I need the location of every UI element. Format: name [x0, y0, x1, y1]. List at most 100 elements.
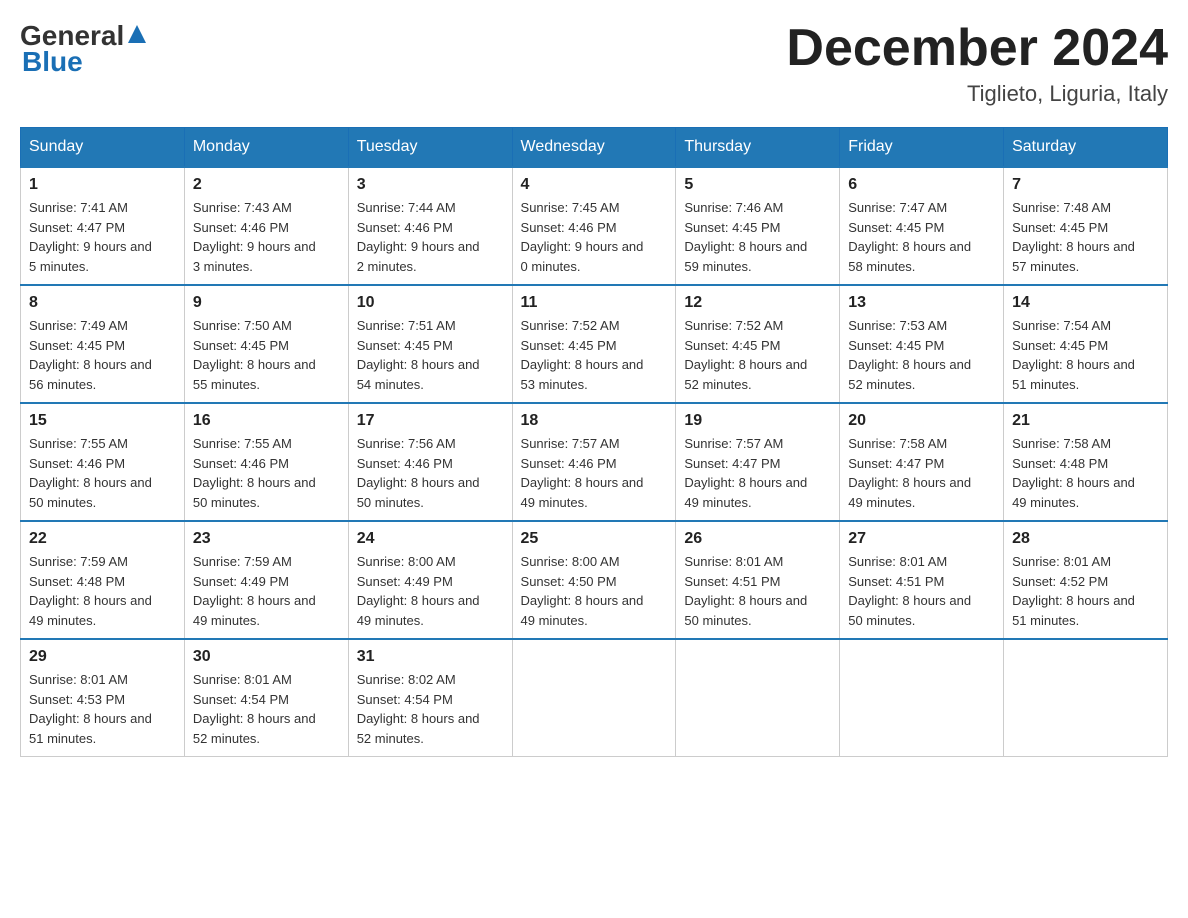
- day-number: 3: [357, 176, 504, 194]
- table-row: [512, 639, 676, 757]
- table-row: 3 Sunrise: 7:44 AMSunset: 4:46 PMDayligh…: [348, 167, 512, 285]
- col-wednesday: Wednesday: [512, 128, 676, 168]
- day-number: 6: [848, 176, 995, 194]
- day-info: Sunrise: 7:52 AMSunset: 4:45 PMDaylight:…: [684, 316, 831, 394]
- day-number: 11: [521, 294, 668, 312]
- table-row: 31 Sunrise: 8:02 AMSunset: 4:54 PMDaylig…: [348, 639, 512, 757]
- col-tuesday: Tuesday: [348, 128, 512, 168]
- table-row: 5 Sunrise: 7:46 AMSunset: 4:45 PMDayligh…: [676, 167, 840, 285]
- day-info: Sunrise: 7:48 AMSunset: 4:45 PMDaylight:…: [1012, 198, 1159, 276]
- day-info: Sunrise: 7:50 AMSunset: 4:45 PMDaylight:…: [193, 316, 340, 394]
- day-info: Sunrise: 7:58 AMSunset: 4:48 PMDaylight:…: [1012, 434, 1159, 512]
- table-row: 12 Sunrise: 7:52 AMSunset: 4:45 PMDaylig…: [676, 285, 840, 403]
- table-row: 25 Sunrise: 8:00 AMSunset: 4:50 PMDaylig…: [512, 521, 676, 639]
- table-row: 2 Sunrise: 7:43 AMSunset: 4:46 PMDayligh…: [184, 167, 348, 285]
- day-info: Sunrise: 7:49 AMSunset: 4:45 PMDaylight:…: [29, 316, 176, 394]
- day-number: 27: [848, 530, 995, 548]
- calendar-week-row: 29 Sunrise: 8:01 AMSunset: 4:53 PMDaylig…: [21, 639, 1168, 757]
- table-row: 18 Sunrise: 7:57 AMSunset: 4:46 PMDaylig…: [512, 403, 676, 521]
- table-row: [840, 639, 1004, 757]
- col-saturday: Saturday: [1004, 128, 1168, 168]
- day-number: 2: [193, 176, 340, 194]
- day-info: Sunrise: 8:00 AMSunset: 4:50 PMDaylight:…: [521, 552, 668, 630]
- page-header: General Blue December 2024 Tiglieto, Lig…: [20, 20, 1168, 107]
- day-number: 5: [684, 176, 831, 194]
- day-number: 28: [1012, 530, 1159, 548]
- day-number: 23: [193, 530, 340, 548]
- day-info: Sunrise: 7:45 AMSunset: 4:46 PMDaylight:…: [521, 198, 668, 276]
- day-number: 15: [29, 412, 176, 430]
- day-number: 16: [193, 412, 340, 430]
- title-block: December 2024 Tiglieto, Liguria, Italy: [786, 20, 1168, 107]
- day-info: Sunrise: 7:58 AMSunset: 4:47 PMDaylight:…: [848, 434, 995, 512]
- table-row: 24 Sunrise: 8:00 AMSunset: 4:49 PMDaylig…: [348, 521, 512, 639]
- month-title: December 2024: [786, 20, 1168, 77]
- day-number: 9: [193, 294, 340, 312]
- table-row: 21 Sunrise: 7:58 AMSunset: 4:48 PMDaylig…: [1004, 403, 1168, 521]
- table-row: 7 Sunrise: 7:48 AMSunset: 4:45 PMDayligh…: [1004, 167, 1168, 285]
- day-info: Sunrise: 7:59 AMSunset: 4:48 PMDaylight:…: [29, 552, 176, 630]
- location-text: Tiglieto, Liguria, Italy: [786, 81, 1168, 107]
- table-row: 14 Sunrise: 7:54 AMSunset: 4:45 PMDaylig…: [1004, 285, 1168, 403]
- calendar-week-row: 8 Sunrise: 7:49 AMSunset: 4:45 PMDayligh…: [21, 285, 1168, 403]
- day-number: 14: [1012, 294, 1159, 312]
- day-info: Sunrise: 7:57 AMSunset: 4:46 PMDaylight:…: [521, 434, 668, 512]
- table-row: 13 Sunrise: 7:53 AMSunset: 4:45 PMDaylig…: [840, 285, 1004, 403]
- day-info: Sunrise: 7:56 AMSunset: 4:46 PMDaylight:…: [357, 434, 504, 512]
- day-number: 19: [684, 412, 831, 430]
- calendar-week-row: 22 Sunrise: 7:59 AMSunset: 4:48 PMDaylig…: [21, 521, 1168, 639]
- table-row: 19 Sunrise: 7:57 AMSunset: 4:47 PMDaylig…: [676, 403, 840, 521]
- table-row: 15 Sunrise: 7:55 AMSunset: 4:46 PMDaylig…: [21, 403, 185, 521]
- day-info: Sunrise: 7:52 AMSunset: 4:45 PMDaylight:…: [521, 316, 668, 394]
- day-info: Sunrise: 7:54 AMSunset: 4:45 PMDaylight:…: [1012, 316, 1159, 394]
- day-info: Sunrise: 7:43 AMSunset: 4:46 PMDaylight:…: [193, 198, 340, 276]
- day-number: 8: [29, 294, 176, 312]
- day-info: Sunrise: 8:01 AMSunset: 4:53 PMDaylight:…: [29, 670, 176, 748]
- table-row: 30 Sunrise: 8:01 AMSunset: 4:54 PMDaylig…: [184, 639, 348, 757]
- day-number: 10: [357, 294, 504, 312]
- day-number: 25: [521, 530, 668, 548]
- day-number: 30: [193, 648, 340, 666]
- table-row: 28 Sunrise: 8:01 AMSunset: 4:52 PMDaylig…: [1004, 521, 1168, 639]
- day-info: Sunrise: 8:01 AMSunset: 4:52 PMDaylight:…: [1012, 552, 1159, 630]
- table-row: 29 Sunrise: 8:01 AMSunset: 4:53 PMDaylig…: [21, 639, 185, 757]
- table-row: 26 Sunrise: 8:01 AMSunset: 4:51 PMDaylig…: [676, 521, 840, 639]
- day-number: 13: [848, 294, 995, 312]
- day-number: 1: [29, 176, 176, 194]
- table-row: 17 Sunrise: 7:56 AMSunset: 4:46 PMDaylig…: [348, 403, 512, 521]
- logo: General Blue: [20, 20, 150, 78]
- col-friday: Friday: [840, 128, 1004, 168]
- table-row: 27 Sunrise: 8:01 AMSunset: 4:51 PMDaylig…: [840, 521, 1004, 639]
- table-row: 11 Sunrise: 7:52 AMSunset: 4:45 PMDaylig…: [512, 285, 676, 403]
- calendar-table: Sunday Monday Tuesday Wednesday Thursday…: [20, 127, 1168, 757]
- table-row: 22 Sunrise: 7:59 AMSunset: 4:48 PMDaylig…: [21, 521, 185, 639]
- day-info: Sunrise: 7:55 AMSunset: 4:46 PMDaylight:…: [193, 434, 340, 512]
- day-number: 17: [357, 412, 504, 430]
- day-number: 26: [684, 530, 831, 548]
- day-info: Sunrise: 8:01 AMSunset: 4:54 PMDaylight:…: [193, 670, 340, 748]
- day-info: Sunrise: 7:59 AMSunset: 4:49 PMDaylight:…: [193, 552, 340, 630]
- col-monday: Monday: [184, 128, 348, 168]
- day-number: 21: [1012, 412, 1159, 430]
- day-info: Sunrise: 7:55 AMSunset: 4:46 PMDaylight:…: [29, 434, 176, 512]
- logo-blue-text: Blue: [22, 46, 83, 78]
- table-row: [676, 639, 840, 757]
- day-info: Sunrise: 7:53 AMSunset: 4:45 PMDaylight:…: [848, 316, 995, 394]
- day-info: Sunrise: 7:57 AMSunset: 4:47 PMDaylight:…: [684, 434, 831, 512]
- table-row: 16 Sunrise: 7:55 AMSunset: 4:46 PMDaylig…: [184, 403, 348, 521]
- day-number: 29: [29, 648, 176, 666]
- day-info: Sunrise: 7:46 AMSunset: 4:45 PMDaylight:…: [684, 198, 831, 276]
- day-info: Sunrise: 8:02 AMSunset: 4:54 PMDaylight:…: [357, 670, 504, 748]
- day-info: Sunrise: 8:01 AMSunset: 4:51 PMDaylight:…: [848, 552, 995, 630]
- col-thursday: Thursday: [676, 128, 840, 168]
- day-number: 4: [521, 176, 668, 194]
- day-info: Sunrise: 8:00 AMSunset: 4:49 PMDaylight:…: [357, 552, 504, 630]
- day-info: Sunrise: 8:01 AMSunset: 4:51 PMDaylight:…: [684, 552, 831, 630]
- day-info: Sunrise: 7:41 AMSunset: 4:47 PMDaylight:…: [29, 198, 176, 276]
- day-number: 12: [684, 294, 831, 312]
- table-row: 10 Sunrise: 7:51 AMSunset: 4:45 PMDaylig…: [348, 285, 512, 403]
- day-number: 20: [848, 412, 995, 430]
- col-sunday: Sunday: [21, 128, 185, 168]
- table-row: 9 Sunrise: 7:50 AMSunset: 4:45 PMDayligh…: [184, 285, 348, 403]
- day-number: 31: [357, 648, 504, 666]
